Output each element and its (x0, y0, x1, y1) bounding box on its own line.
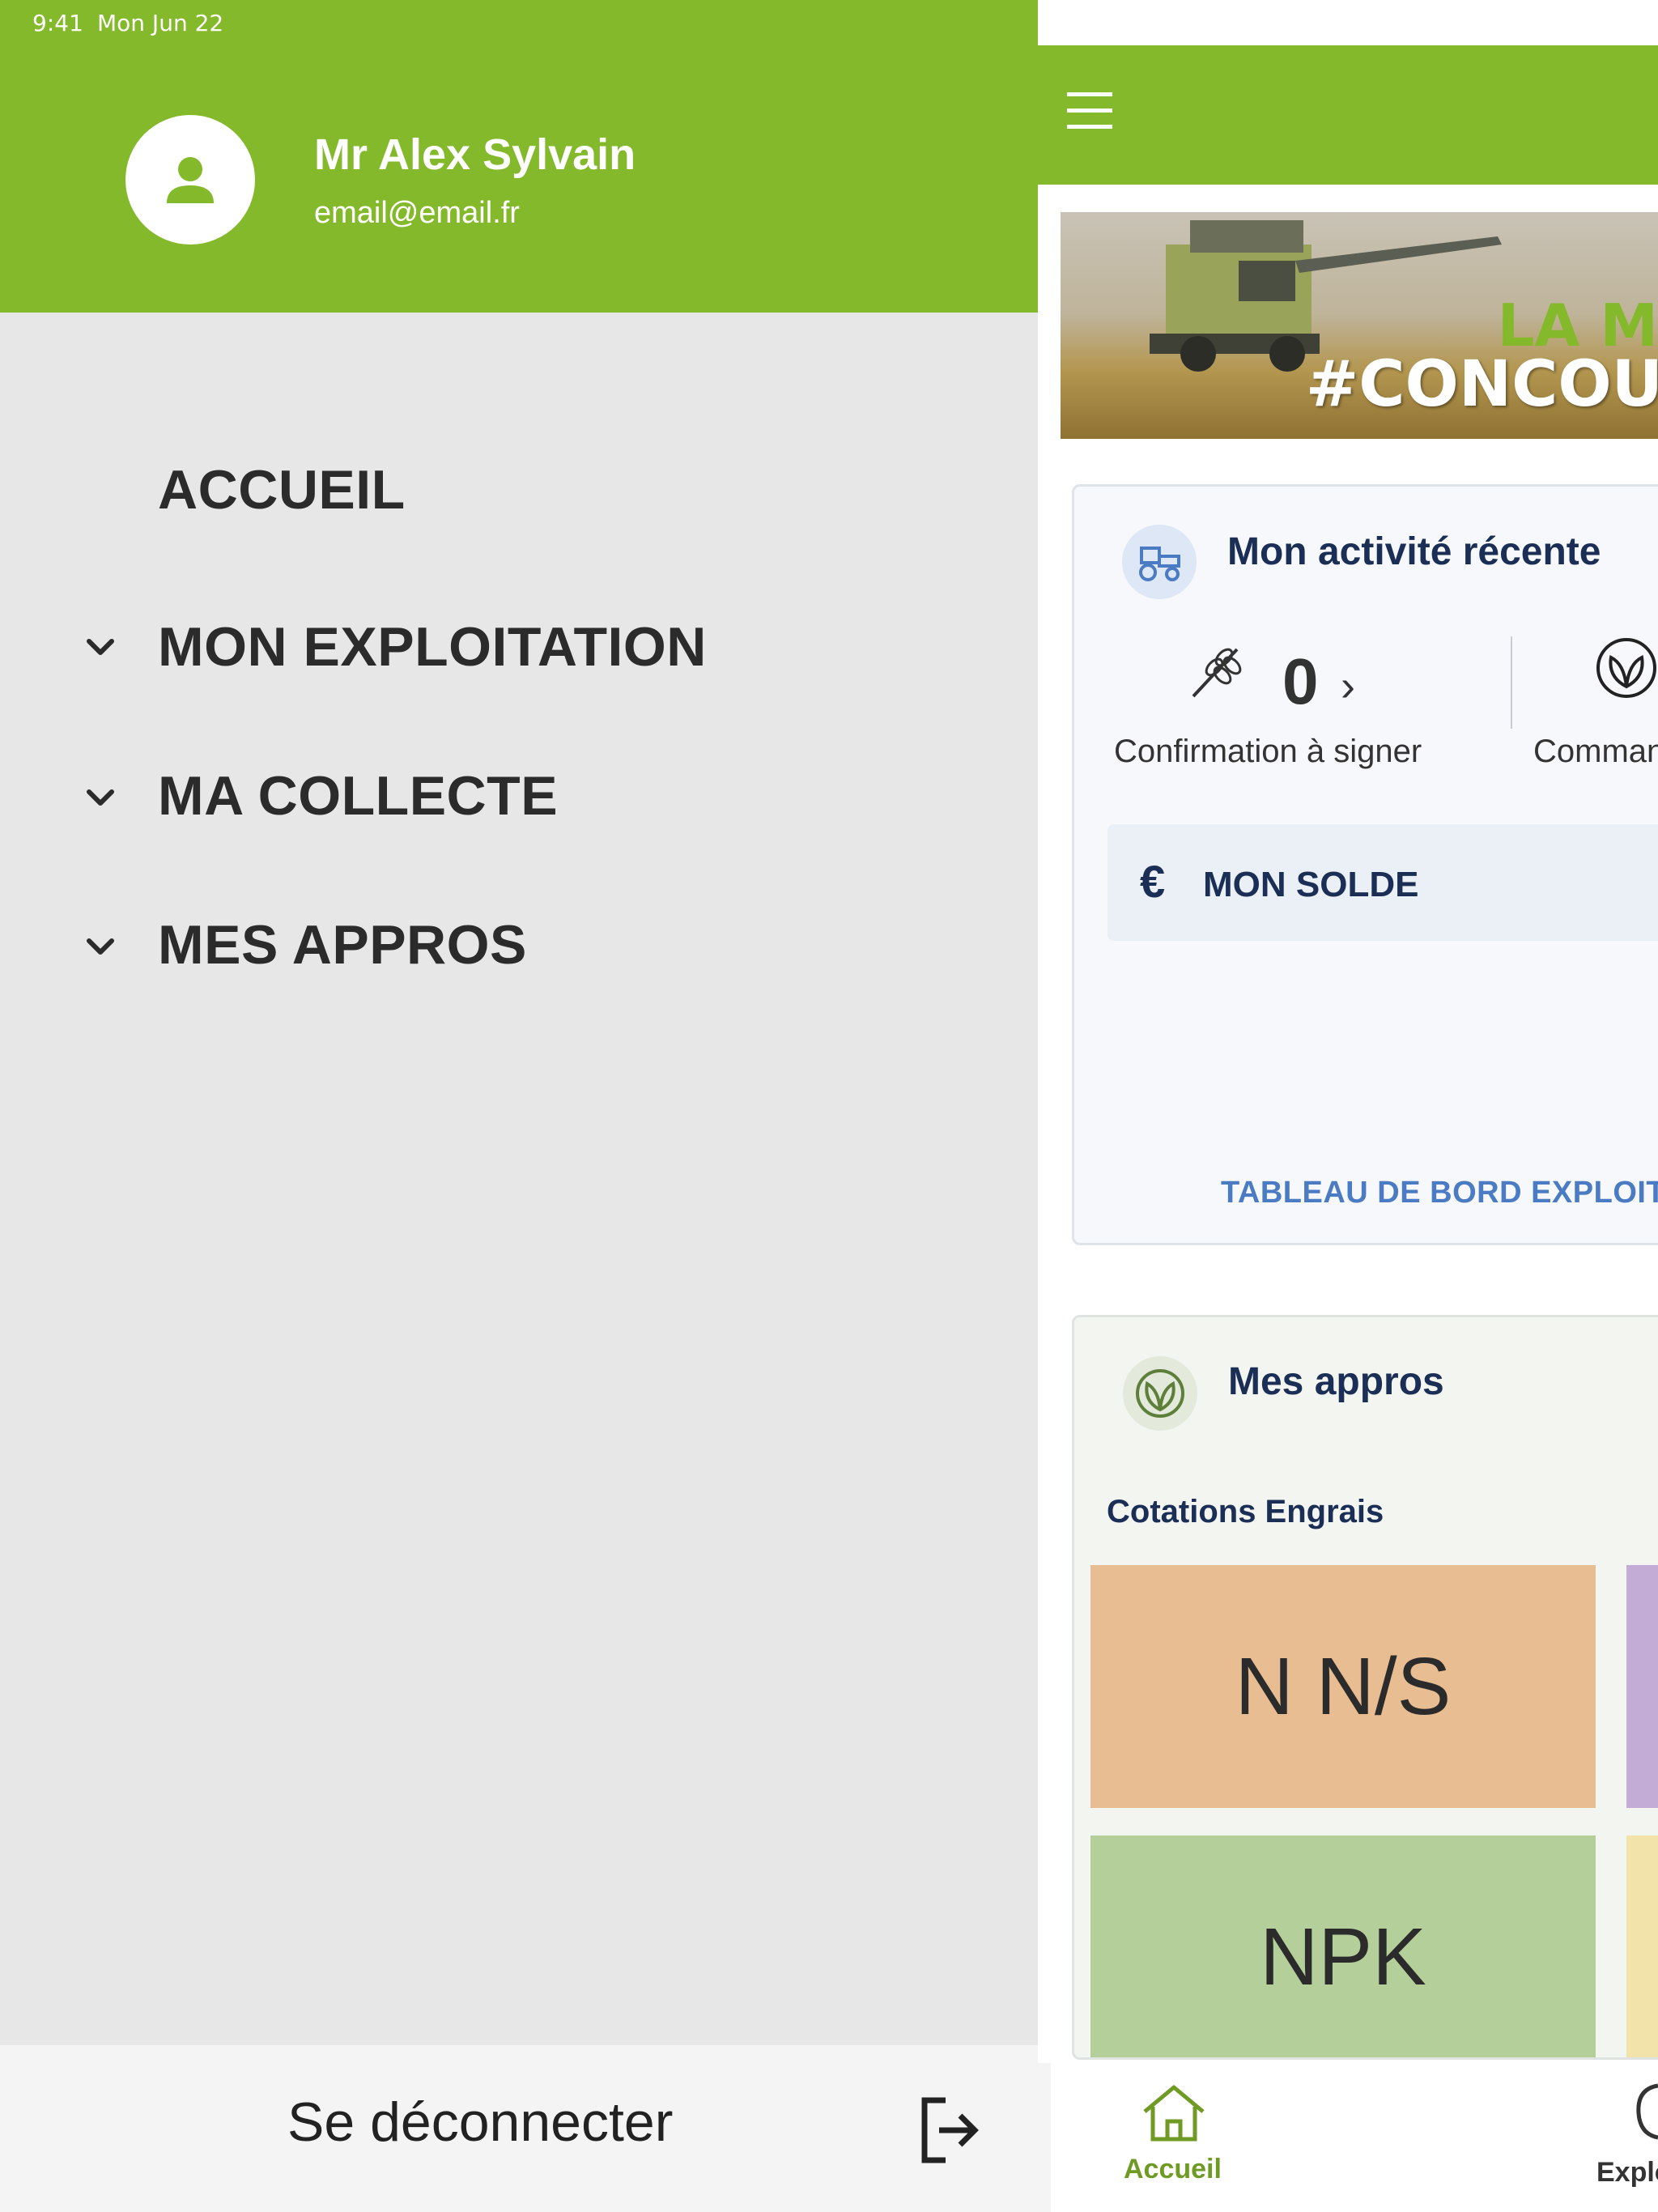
status-right: 100% (1437, 6, 1634, 33)
cotations-section-title: Cotations Engrais (1107, 1494, 1384, 1529)
status-date: Mon Jun 22 (97, 10, 224, 36)
stat-divider (1511, 636, 1512, 729)
confirmation-count[interactable]: 0 (1282, 644, 1319, 719)
solde-button[interactable]: € MON SOLDE (1107, 824, 1658, 941)
tab-bar: Accueil Explo (1051, 2063, 1658, 2212)
tab-explo[interactable]: Explo (1596, 2157, 1658, 2189)
user-name: Mr Alex Sylvain (314, 130, 636, 179)
seedling-icon (1123, 1356, 1197, 1431)
chevron-down-icon[interactable] (84, 931, 117, 963)
tractor-icon (1122, 525, 1197, 599)
logout-button[interactable]: Se déconnecter (287, 2091, 673, 2154)
tile-npk-label: NPK (1260, 1911, 1426, 2002)
tile-side-yellow[interactable] (1626, 1836, 1658, 2057)
status-bar: 9:41 Mon Jun 22 100% (0, 0, 1658, 45)
dashboard-link[interactable]: TABLEAU DE BORD EXPLOITAT (1221, 1176, 1658, 1210)
activity-card-title: Mon activité récente (1227, 530, 1601, 573)
exploitation-tab-icon[interactable] (1634, 2081, 1658, 2146)
menu-item-ma-collecte[interactable]: MA COLLECTE (158, 764, 558, 827)
user-icon (167, 157, 214, 203)
promo-banner[interactable]: LA M #CONCOU (1061, 212, 1658, 439)
drawer-menu (0, 313, 1051, 2045)
appros-card-title: Mes appros (1228, 1360, 1444, 1403)
tile-n-ns-label: N N/S (1235, 1640, 1452, 1732)
menu-item-accueil[interactable]: ACCUEIL (158, 458, 406, 521)
banner-line2: #CONCOU (1305, 348, 1658, 421)
logout-icon[interactable] (918, 2095, 983, 2169)
menu-item-mon-exploitation[interactable]: MON EXPLOITATION (158, 615, 707, 678)
tile-side-purple[interactable] (1626, 1565, 1658, 1808)
chevron-down-icon[interactable] (84, 782, 117, 815)
wifi-icon (1478, 10, 1506, 30)
battery-icon (1587, 10, 1629, 30)
appros-card: Mes appros Cotations Engrais N N/S NPK (1072, 1315, 1658, 2060)
chevron-down-icon[interactable] (84, 632, 117, 664)
home-icon[interactable] (1140, 2082, 1208, 2148)
leaf-icon (1595, 636, 1658, 704)
avatar[interactable] (125, 115, 255, 245)
user-email: email@email.fr (314, 196, 520, 230)
status-time: 9:41 (32, 10, 83, 36)
tile-n-ns[interactable]: N N/S (1090, 1565, 1596, 1808)
wheat-icon (1187, 640, 1248, 705)
commandes-label: Comman (1533, 734, 1658, 769)
confirmation-arrow[interactable]: › (1341, 661, 1355, 711)
signal-icon (1437, 11, 1468, 29)
battery-tip (1630, 15, 1634, 24)
hamburger-menu-icon[interactable] (1067, 91, 1112, 135)
tile-npk[interactable]: NPK (1090, 1836, 1596, 2057)
tab-accueil[interactable]: Accueil (1124, 2154, 1222, 2185)
euro-icon: € (1140, 856, 1166, 907)
menu-item-mes-appros[interactable]: MES APPROS (158, 913, 527, 976)
confirmation-label: Confirmation à signer (1114, 734, 1422, 769)
solde-label: MON SOLDE (1203, 865, 1419, 904)
battery-percent: 100% (1513, 6, 1579, 33)
main-header (1038, 45, 1658, 185)
